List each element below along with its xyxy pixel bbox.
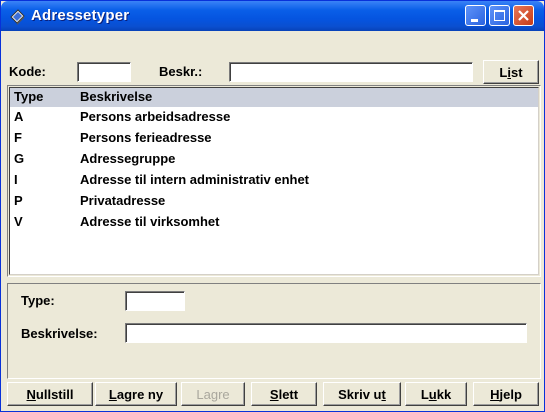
list-item-type: G xyxy=(14,151,25,166)
close-button[interactable] xyxy=(513,5,534,26)
list-item-desc: Persons arbeidsadresse xyxy=(80,109,231,124)
skriv-ut-button[interactable]: Skriv ut xyxy=(323,382,401,406)
beskrivelse-input[interactable] xyxy=(125,323,527,343)
kode-label: Kode: xyxy=(9,64,46,79)
list-item[interactable]: I Adresse til intern administrativ enhet xyxy=(10,170,538,191)
lagre-ny-button[interactable]: Lagre ny xyxy=(95,382,177,406)
skriv-ut-label-b: t xyxy=(381,386,386,402)
list-item-desc: Adressegruppe xyxy=(80,151,176,166)
list-item-desc: Persons ferieadresse xyxy=(80,130,212,145)
header-beskrivelse: Beskrivelse xyxy=(80,89,153,104)
list-item-desc: Adresse til intern administrativ enhet xyxy=(80,172,310,187)
beskr-input[interactable] xyxy=(229,62,473,82)
list-item-desc: Privatadresse xyxy=(80,193,166,208)
hjelp-button[interactable]: Hjelp xyxy=(473,382,539,406)
slett-label-a: S xyxy=(269,386,279,402)
list-item-type: I xyxy=(14,172,18,187)
book-icon xyxy=(10,9,25,25)
lukk-label-c: kk xyxy=(436,386,452,402)
window: Adressetyper Kode: Beskr.: List Type Bes… xyxy=(0,0,545,412)
lukk-label-a: L xyxy=(420,386,429,402)
window-title: Adressetyper xyxy=(31,7,130,24)
minimize-icon xyxy=(471,19,478,22)
address-type-list[interactable]: Type Beskrivelse A Persons arbeidsadress… xyxy=(9,87,539,275)
lukk-label-b: u xyxy=(428,386,437,402)
slett-button[interactable]: Slett xyxy=(251,382,317,406)
list-item[interactable]: G Adressegruppe xyxy=(10,149,538,170)
type-input[interactable] xyxy=(125,291,185,311)
skriv-ut-label-a: Skriv u xyxy=(338,386,382,402)
nullstill-label-a: N xyxy=(26,386,36,402)
beskrivelse-label: Beskrivelse: xyxy=(21,326,98,341)
close-icon xyxy=(518,10,529,21)
list-header-row: Type Beskrivelse xyxy=(10,88,538,109)
list-item-type: F xyxy=(14,130,22,145)
nullstill-label-b: ullstill xyxy=(35,386,74,402)
list-item[interactable]: F Persons ferieadresse xyxy=(10,128,538,149)
lukk-button[interactable]: Lukk xyxy=(405,382,467,406)
maximize-icon xyxy=(494,10,505,21)
list-item-type: A xyxy=(14,109,24,124)
header-type: Type xyxy=(14,89,44,104)
list-item[interactable]: P Privatadresse xyxy=(10,191,538,212)
list-button-label-c: st xyxy=(511,64,523,80)
list-item[interactable]: A Persons arbeidsadresse xyxy=(10,107,538,128)
nullstill-button[interactable]: Nullstill xyxy=(7,382,93,406)
lagre-ny-label-a: L xyxy=(108,386,117,402)
beskr-label: Beskr.: xyxy=(159,64,203,79)
type-label: Type: xyxy=(21,293,55,308)
list-item-type: V xyxy=(14,214,23,229)
title-bar[interactable]: Adressetyper xyxy=(1,1,544,31)
lagre-ny-label-b: agre ny xyxy=(116,386,164,402)
list-item[interactable]: V Adresse til virksomhet xyxy=(10,212,538,233)
hjelp-label-b: jelp xyxy=(499,386,522,402)
minimize-button[interactable] xyxy=(465,5,486,26)
slett-label-b: lett xyxy=(278,386,299,402)
list-item-desc: Adresse til virksomhet xyxy=(80,214,220,229)
list-button[interactable]: List xyxy=(483,60,539,84)
list-item-type: P xyxy=(14,193,23,208)
maximize-button[interactable] xyxy=(489,5,510,26)
lagre-button[interactable]: Lagre xyxy=(181,382,245,406)
kode-input[interactable] xyxy=(77,62,131,82)
